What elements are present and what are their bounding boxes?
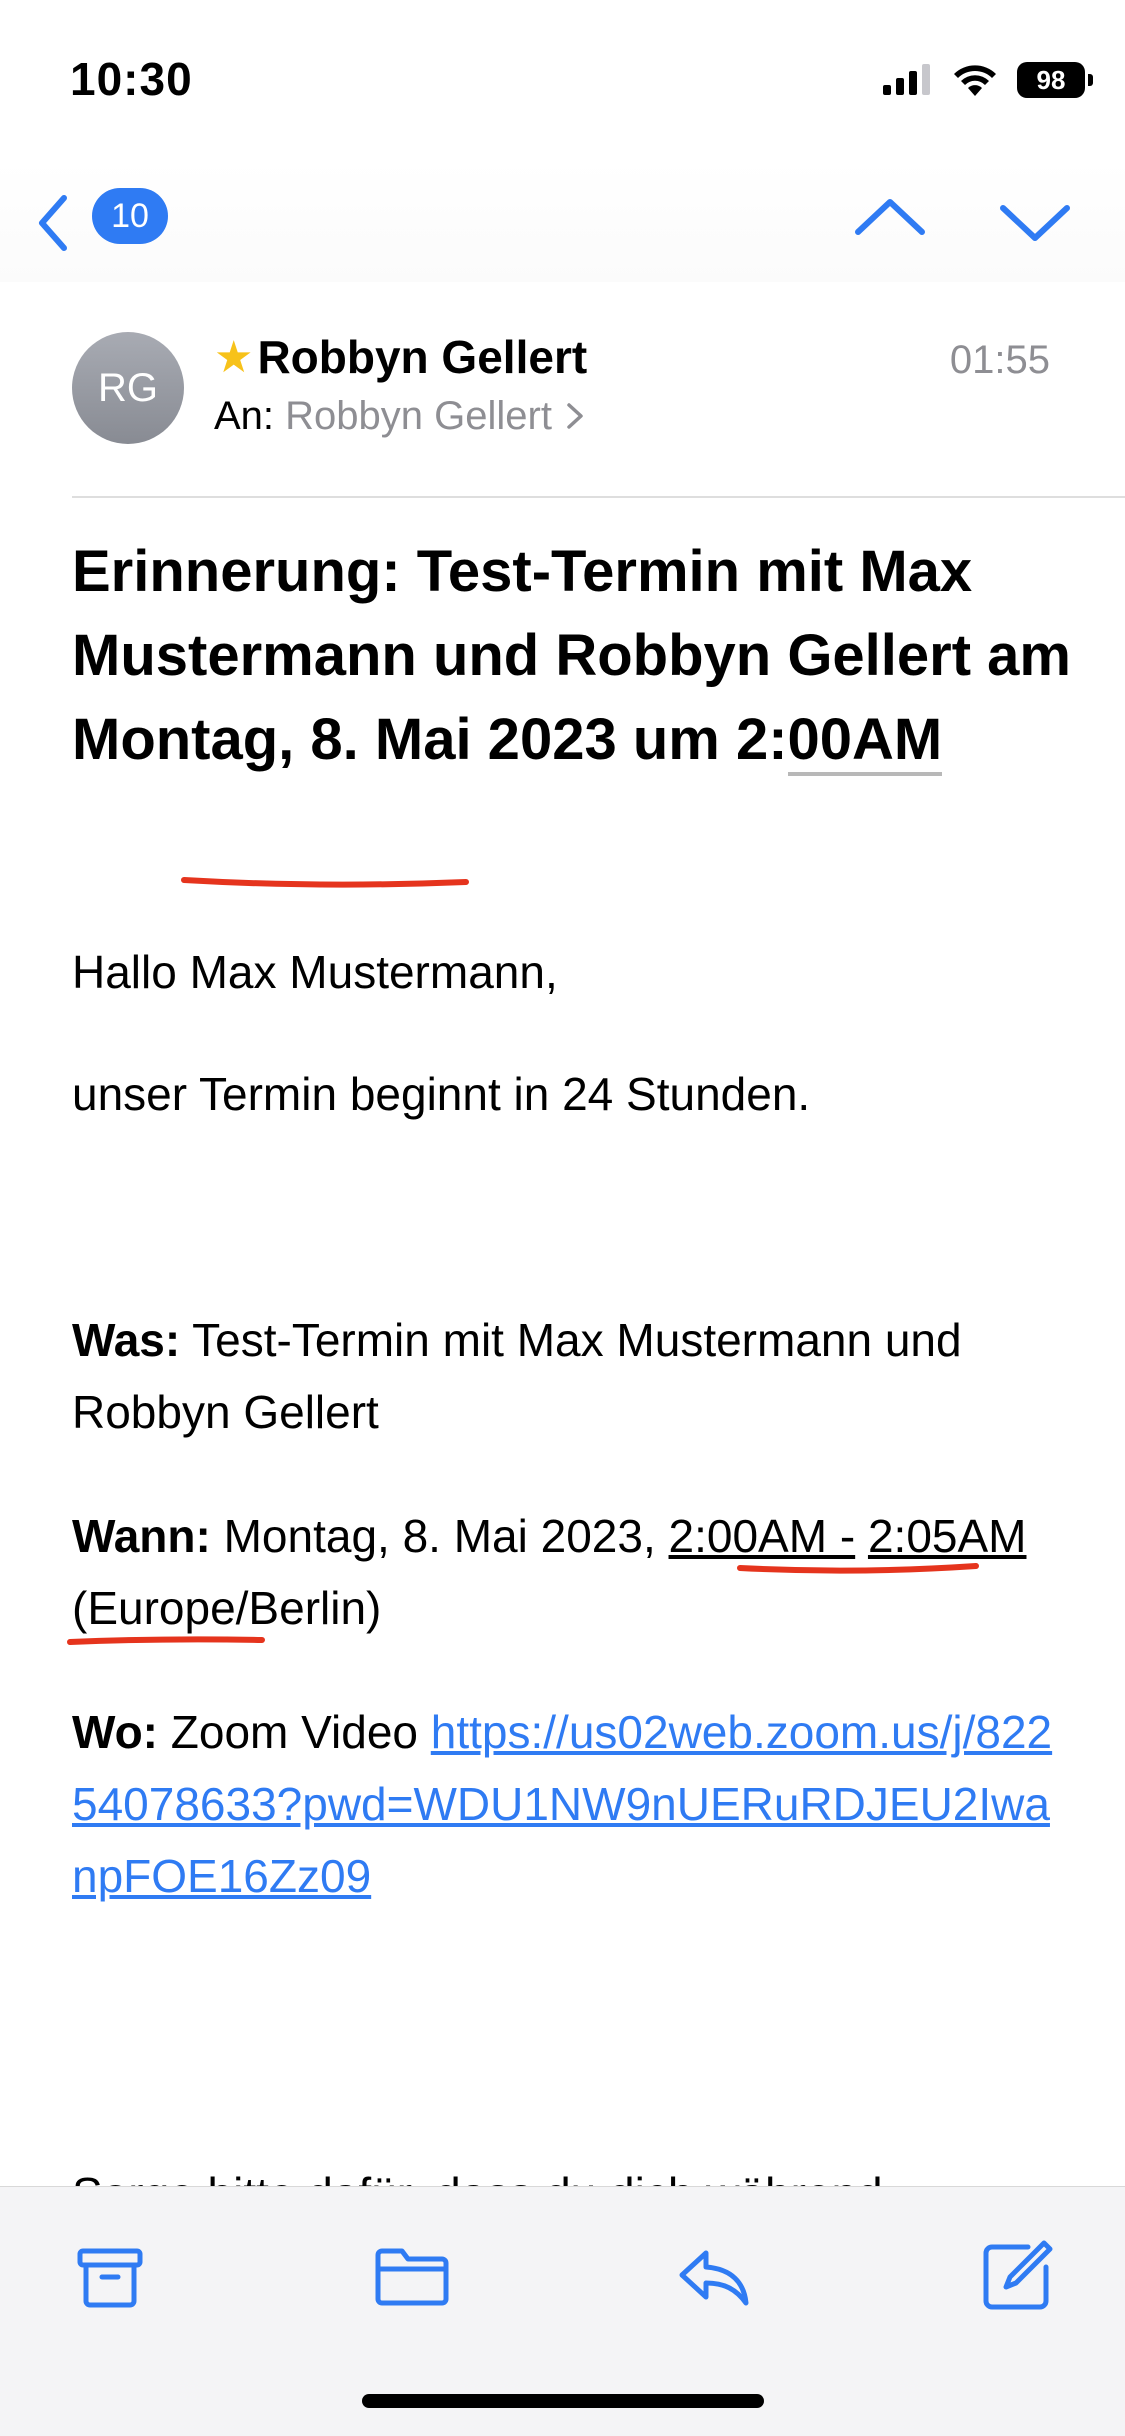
archive-icon[interactable] bbox=[70, 2237, 150, 2317]
wann-label: Wann: bbox=[72, 1510, 211, 1562]
avatar-initials: RG bbox=[98, 365, 158, 410]
header-divider bbox=[72, 496, 1125, 498]
unread-count-badge[interactable]: 10 bbox=[92, 188, 168, 244]
was-line: Was: Test-Termin mit Max Mustermann und … bbox=[72, 1304, 1072, 1448]
wo-value: Zoom Video bbox=[158, 1706, 431, 1758]
was-label: Was: bbox=[72, 1314, 181, 1366]
chevron-right-icon bbox=[567, 403, 583, 429]
sender-name-text: Robbyn Gellert bbox=[257, 331, 588, 383]
status-icons: 98 bbox=[881, 60, 1093, 100]
wann-time-start[interactable]: 2:00AM - bbox=[669, 1510, 856, 1562]
sender-avatar[interactable]: RG bbox=[72, 332, 184, 444]
nav-bar: 10 bbox=[0, 160, 1125, 282]
cut-line: Sorge bitte dafür, dass du dich während bbox=[72, 2168, 883, 2186]
greeting: Hallo Max Mustermann, bbox=[72, 946, 558, 998]
message-header: RG ★ Robbyn Gellert An: Robbyn Gellert 0… bbox=[0, 282, 1125, 498]
recipient-name: Robbyn Gellert bbox=[285, 394, 552, 438]
was-value: Test-Termin mit Max Mustermann und Robby… bbox=[72, 1314, 962, 1438]
partially-hidden-text: Sorge bitte dafür, dass du dich während bbox=[72, 2158, 1072, 2186]
battery-indicator: 98 bbox=[1017, 62, 1093, 98]
subject-time-hour: 2: bbox=[735, 707, 788, 772]
compose-icon[interactable] bbox=[976, 2237, 1056, 2317]
wo-line: Wo: Zoom Video https://us02web.zoom.us/j… bbox=[72, 1696, 1072, 1912]
wifi-icon bbox=[954, 65, 996, 96]
recipient-line[interactable]: An: Robbyn Gellert bbox=[214, 394, 587, 439]
battery-level: 98 bbox=[1036, 64, 1066, 95]
status-bar: 10:30 98 bbox=[0, 0, 1125, 160]
wo-label: Wo: bbox=[72, 1706, 159, 1758]
wann-date: Montag, 8. Mai 2023, bbox=[210, 1510, 669, 1562]
wann-timezone: (Europe/Berlin) bbox=[72, 1582, 382, 1634]
subject-time-detected[interactable]: 00AM bbox=[787, 707, 943, 776]
annotation-underline-start bbox=[737, 1563, 979, 1574]
next-message-icon[interactable] bbox=[995, 180, 1075, 260]
reply-icon[interactable] bbox=[674, 2237, 754, 2317]
to-label: An: bbox=[214, 394, 275, 438]
status-time: 10:30 bbox=[70, 53, 193, 105]
message-time: 01:55 bbox=[949, 338, 1050, 382]
annotation-underline-end bbox=[67, 1636, 265, 1645]
star-icon: ★ bbox=[214, 332, 254, 382]
intro-text: unser Termin beginnt in 24 Stunden. bbox=[72, 1068, 811, 1120]
sender-name[interactable]: ★ Robbyn Gellert bbox=[214, 330, 587, 384]
cellular-signal-icon bbox=[883, 64, 930, 95]
home-indicator bbox=[362, 2394, 764, 2408]
previous-message-icon[interactable] bbox=[850, 180, 930, 260]
wann-time-end[interactable]: 2:05AM bbox=[868, 1510, 1027, 1562]
annotation-underline-subject bbox=[181, 877, 469, 888]
move-to-folder-icon[interactable] bbox=[372, 2237, 452, 2317]
back-chevron-icon[interactable] bbox=[22, 188, 92, 258]
message-subject: Erinnerung: Test-Termin mit Max Musterma… bbox=[72, 530, 1072, 782]
